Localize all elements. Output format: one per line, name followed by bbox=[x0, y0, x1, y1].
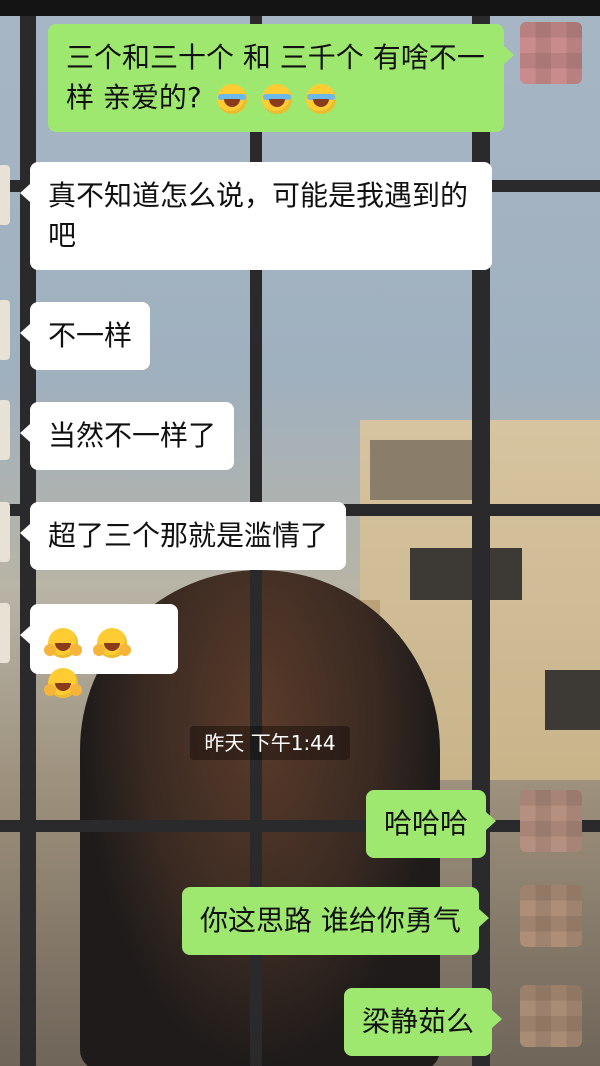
background-window bbox=[545, 670, 600, 730]
window-frame bbox=[0, 820, 600, 832]
avatar-blurred[interactable] bbox=[0, 603, 10, 663]
avatar-blurred[interactable] bbox=[520, 985, 582, 1047]
hugging-face-icon bbox=[44, 628, 78, 658]
message-timestamp: 昨天 下午1:44 bbox=[190, 726, 350, 760]
message-text: 超了三个那就是滥情了 bbox=[48, 519, 329, 552]
avatar-blurred[interactable] bbox=[0, 165, 10, 225]
avatar-blurred[interactable] bbox=[0, 400, 10, 460]
background-window bbox=[410, 548, 522, 600]
message-bubble-outgoing[interactable]: 你这思路 谁给你勇气 bbox=[182, 887, 489, 955]
message-text: 当然不一样了 bbox=[48, 419, 217, 452]
message-bubble-outgoing[interactable]: 三个和三十个 和 三千个 有啥不一样 亲爱的? bbox=[48, 24, 514, 132]
message-bubble-incoming[interactable]: 真不知道怎么说，可能是我遇到的吧 bbox=[20, 162, 492, 270]
hugging-face-icon bbox=[92, 628, 127, 658]
avatar-blurred[interactable] bbox=[520, 22, 582, 84]
avatar-blurred[interactable] bbox=[520, 885, 582, 947]
avatar-blurred[interactable] bbox=[520, 790, 582, 852]
message-bubble-incoming[interactable]: 当然不一样了 bbox=[19, 402, 235, 470]
face-with-tears-of-joy-icon bbox=[306, 84, 337, 114]
message-text: 不一样 bbox=[48, 319, 133, 352]
message-text: 梁静茹么 bbox=[362, 1005, 475, 1038]
avatar-blurred[interactable] bbox=[0, 300, 10, 360]
message-bubble-outgoing[interactable]: 梁静茹么 bbox=[344, 988, 503, 1056]
message-text: 哈哈哈 bbox=[384, 807, 469, 840]
message-bubble-incoming[interactable] bbox=[20, 604, 178, 698]
message-bubble-incoming[interactable]: 超了三个那就是滥情了 bbox=[19, 502, 347, 570]
avatar-blurred[interactable] bbox=[0, 502, 10, 562]
face-with-tears-of-joy-icon bbox=[261, 84, 292, 114]
face-with-tears-of-joy-icon bbox=[216, 84, 247, 114]
chat-screen: 三个和三十个 和 三千个 有啥不一样 亲爱的? 真不知道怎么说，可能是我遇到的吧… bbox=[0, 0, 600, 1066]
status-bar bbox=[0, 0, 600, 16]
message-text: 真不知道怎么说，可能是我遇到的吧 bbox=[48, 179, 469, 252]
hugging-face-icon bbox=[44, 668, 78, 698]
message-bubble-outgoing[interactable]: 哈哈哈 bbox=[366, 790, 497, 858]
message-text: 你这思路 谁给你勇气 bbox=[200, 904, 461, 937]
message-bubble-incoming[interactable]: 不一样 bbox=[19, 302, 151, 370]
